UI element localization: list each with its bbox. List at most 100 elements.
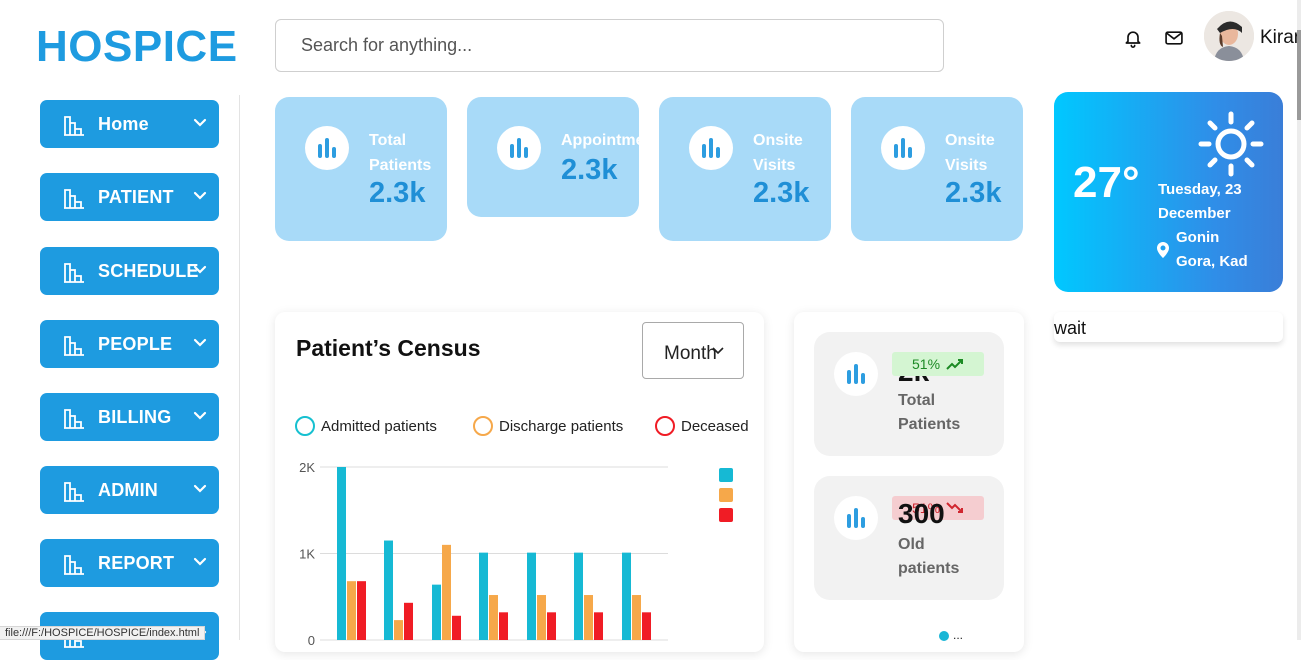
stat-value: 2.3k: [753, 177, 810, 209]
sidebar-item-schedule[interactable]: SCHEDULE: [40, 247, 219, 295]
bar-admitted-patients[interactable]: [337, 467, 346, 640]
bar-deceased[interactable]: [594, 612, 603, 640]
search-bar[interactable]: [275, 19, 944, 72]
period-select[interactable]: Month: [642, 322, 744, 379]
location-pin-icon: [1157, 242, 1169, 258]
legend-discharge[interactable]: Discharge patients: [473, 416, 623, 436]
side-legend-swatch: [719, 508, 733, 522]
bar-chart-icon: [318, 138, 336, 158]
bar-discharge-patients[interactable]: [489, 595, 498, 640]
carousel-dot-active[interactable]: [939, 630, 949, 641]
bar-deceased[interactable]: [499, 612, 508, 640]
stat-icon-circle: [305, 126, 349, 170]
sidebar-item-people[interactable]: PEOPLE: [40, 320, 219, 368]
bar-admitted-patients[interactable]: [527, 552, 536, 640]
mini-total-label: Total Patients: [898, 389, 960, 437]
stat-card[interactable]: Onsite Visits 2.3k: [659, 97, 831, 241]
bar-chart-icon: [847, 508, 865, 528]
mail-icon[interactable]: [1163, 28, 1185, 48]
bar-chart-icon: [847, 364, 865, 384]
badge-percent: 51%: [912, 356, 941, 372]
period-select-value: Month: [664, 343, 717, 364]
legend-label-deceased: Deceased: [681, 417, 749, 435]
bar-deceased[interactable]: [357, 581, 366, 640]
weather-location: Gonin Gora, Kad: [1176, 226, 1266, 274]
mini-card-total: 2k 51% Total Patients: [814, 332, 1004, 456]
stat-label: Total Patients: [369, 128, 431, 178]
stat-value: 2.3k: [561, 154, 618, 186]
bar-deceased[interactable]: [404, 602, 413, 640]
bar-discharge-patients[interactable]: [347, 581, 356, 640]
bar-discharge-patients[interactable]: [537, 595, 546, 640]
chevron-down-icon: [712, 347, 724, 355]
weather-date-line1: Tuesday, 23: [1158, 181, 1242, 198]
bar-admitted-patients[interactable]: [432, 584, 441, 640]
sidebar-item-billing[interactable]: BILLING: [40, 393, 219, 441]
legend-label-admitted: Admitted patients: [321, 417, 437, 435]
census-title: Patient’s Census: [296, 335, 481, 361]
bar-deceased[interactable]: [642, 612, 651, 640]
bar-admitted-patients[interactable]: [622, 552, 631, 640]
trend-down-icon: [946, 502, 964, 513]
stat-label: Onsite Visits: [945, 128, 995, 178]
avatar[interactable]: [1204, 11, 1254, 61]
scrollbar-thumb[interactable]: [1297, 30, 1301, 120]
bar-admitted-patients[interactable]: [479, 552, 488, 640]
trend-badge-up: 51%: [892, 352, 984, 376]
mini-chart-circle: [834, 352, 878, 396]
mini-total-label-line1: Total: [898, 392, 936, 409]
stat-label: Appointme: [561, 128, 639, 153]
bar-deceased[interactable]: [547, 612, 556, 640]
building-chart-icon: [64, 189, 84, 209]
sidebar-item-label: PATIENT: [98, 186, 174, 207]
stat-card[interactable]: Total Patients 2.3k: [275, 97, 447, 241]
stat-label-line1: Onsite: [945, 132, 995, 149]
bar-discharge-patients[interactable]: [632, 595, 641, 640]
weather-temperature: 27°: [1073, 158, 1140, 207]
sidebar-item-label: SCHEDULE: [98, 260, 199, 281]
bar-discharge-patients[interactable]: [584, 595, 593, 640]
legend-ring-deceased: [655, 416, 675, 436]
stat-label-line1: Onsite: [753, 132, 803, 149]
sidebar-item-admin[interactable]: ADMIN: [40, 466, 219, 514]
mini-card-old: 51% 300 Old patients: [814, 476, 1004, 600]
stat-card[interactable]: Appointme 2.3k: [467, 97, 639, 217]
stat-icon-circle: [497, 126, 541, 170]
avatar-image: [1204, 11, 1254, 61]
weather-date: Tuesday, 23 December: [1158, 178, 1268, 226]
sidebar-item-label: PEOPLE: [98, 333, 173, 354]
sidebar-item-label: ADMIN: [98, 479, 158, 500]
mini-total-label-line2: Patients: [898, 416, 961, 433]
building-chart-icon: [64, 116, 84, 136]
mini-old-label-line1: Old: [898, 536, 925, 553]
bell-icon[interactable]: [1123, 28, 1143, 48]
bar-chart-icon: [702, 138, 720, 158]
bar-admitted-patients[interactable]: [384, 540, 393, 640]
browser-status-url: file:///F:/HOSPICE/HOSPICE/index.html: [0, 626, 206, 640]
mini-old-label: Old patients: [898, 533, 959, 581]
app-logo[interactable]: HOSPICE: [36, 22, 238, 72]
sidebar-item-patient[interactable]: PATIENT: [40, 173, 219, 221]
weather-date-line2: December: [1158, 205, 1231, 222]
bar-discharge-patients[interactable]: [394, 620, 403, 640]
sidebar-divider: [239, 95, 240, 640]
search-input[interactable]: [276, 20, 943, 71]
bar-admitted-patients[interactable]: [574, 552, 583, 640]
mini-old-label-line2: patients: [898, 560, 960, 577]
sidebar-item-report[interactable]: REPORT: [40, 539, 219, 587]
user-name[interactable]: Kiran: [1260, 27, 1301, 49]
page-scrollbar[interactable]: [1297, 0, 1301, 640]
building-chart-icon: [64, 555, 84, 575]
stat-card[interactable]: Onsite Visits 2.3k: [851, 97, 1023, 241]
legend-ring-admitted: [295, 416, 315, 436]
legend-deceased[interactable]: Deceased: [655, 416, 749, 436]
weather-location-line2: Gora, Kad: [1176, 253, 1248, 270]
legend-admitted[interactable]: Admitted patients: [295, 416, 437, 436]
stat-label-line1: Total: [369, 132, 407, 149]
sidebar-item-home[interactable]: Home: [40, 100, 219, 148]
bar-discharge-patients[interactable]: [442, 544, 451, 640]
stat-label-line2: Visits: [753, 157, 796, 174]
sun-icon: [1198, 111, 1264, 177]
weather-location-line1: Gonin: [1176, 229, 1220, 246]
bar-deceased[interactable]: [452, 615, 461, 640]
